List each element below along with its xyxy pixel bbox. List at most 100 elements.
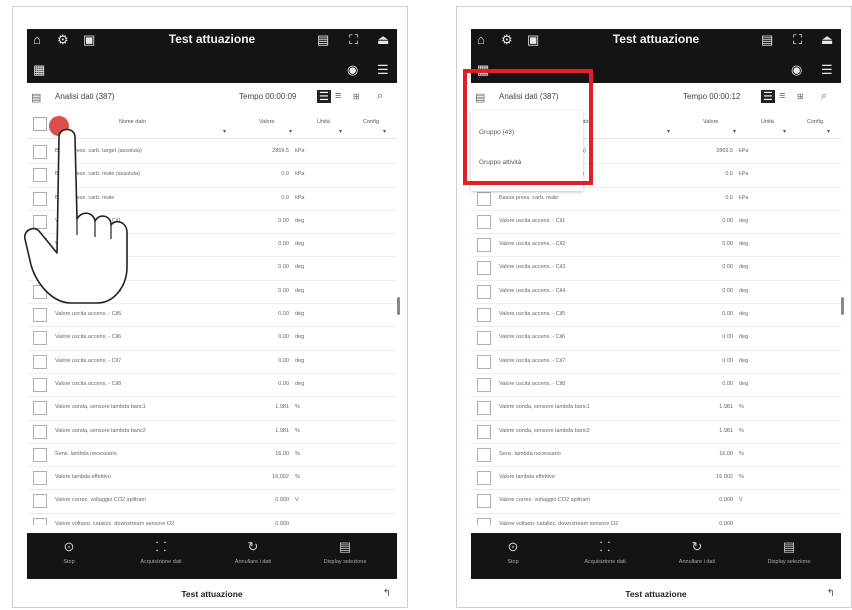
bottom-button-1[interactable]: ⊙ Stop [473, 539, 553, 565]
table-row[interactable]: Valore uscita accens. - Cil2 0.00 deg [27, 234, 397, 258]
sort-arrow-icon[interactable]: ▾ [223, 128, 226, 135]
row-checkbox[interactable] [33, 261, 47, 276]
row-checkbox[interactable] [33, 145, 47, 159]
row-checkbox[interactable] [477, 284, 491, 299]
row-checkbox[interactable] [33, 214, 47, 229]
table-row[interactable]: Bassa press. carb. reale 0.0 kPa [471, 188, 841, 211]
sort-arrow-icon[interactable]: ▾ [827, 128, 830, 135]
select-all-checkbox[interactable] [33, 117, 47, 131]
row-checkbox[interactable] [33, 238, 47, 253]
table-row[interactable]: Valore correz. voltaggio CO2 spiltram 0.0… [471, 490, 841, 514]
sort-arrow-icon[interactable]: ▾ [289, 128, 292, 135]
record-icon[interactable]: ◉ [347, 63, 358, 77]
row-checkbox[interactable] [477, 331, 491, 346]
sort-arrow-icon[interactable]: ▾ [667, 128, 670, 135]
table-row[interactable]: Valore uscita accens. - Cil1 0.00 deg [471, 211, 841, 235]
exit-icon[interactable]: ⏏ [821, 33, 833, 47]
report-icon[interactable]: ▦ [33, 63, 45, 77]
bottom-button-4[interactable]: ▤ Display selezione [749, 539, 829, 565]
table-row[interactable]: Valore lambda effettivo 16.002% [27, 467, 397, 491]
table-row[interactable]: Valore uscita accens. - Cil7 0.00 deg [471, 351, 841, 374]
row-checkbox[interactable] [33, 471, 47, 486]
table-row[interactable]: Valore uscita accens. - Cil6 0.00 deg [471, 327, 841, 351]
row-checkbox[interactable] [477, 401, 491, 416]
table-row[interactable]: Bassa press. carb. target (assoluta) 2869… [27, 141, 397, 165]
table-row[interactable]: Valore uscita accens. - Cil6 0.00 deg [27, 327, 397, 351]
list-view-icon[interactable]: ☰ [761, 90, 775, 103]
row-checkbox[interactable] [477, 261, 491, 276]
bottom-button-4[interactable]: ▤ Display selezione [305, 539, 385, 565]
row-checkbox[interactable] [33, 377, 47, 392]
table-row[interactable]: Valore uscita accens. - Cil4 0.00 deg [471, 281, 841, 305]
back-icon[interactable]: ↰ [827, 588, 835, 599]
table-row[interactable]: Sens. lambda necessario 16.00% [471, 444, 841, 468]
col-unit-header[interactable]: Unità [761, 119, 774, 125]
col-name-header[interactable]: Nome dato [119, 119, 146, 125]
table-row[interactable]: Valore voltagg. catalizz. downstream sen… [471, 514, 841, 525]
table-row[interactable]: Valore uscita accens. - Cil3 0.00 deg [471, 257, 841, 281]
sort-icon[interactable]: ≡ [779, 90, 785, 102]
row-checkbox[interactable] [33, 168, 47, 183]
col-config-header[interactable]: Config. [363, 119, 380, 125]
group-filter-icon[interactable]: ▤ [31, 91, 41, 104]
row-checkbox[interactable] [33, 284, 47, 299]
back-icon[interactable]: ↰ [383, 588, 391, 599]
table-row[interactable]: Valore lambda effettivo 16.002% [471, 467, 841, 491]
table-row[interactable]: Valore sonda, sensore lambda banc1 1.981% [471, 397, 841, 421]
fullscreen-icon[interactable]: ⛶ [349, 33, 358, 47]
row-checkbox[interactable] [477, 471, 491, 486]
table-row[interactable]: Valore sonda, sensore lambda banc2 1.981% [27, 421, 397, 444]
report-icon[interactable]: ▦ [477, 63, 489, 77]
dropdown-option-activity-group[interactable]: Gruppo attività [479, 159, 521, 166]
row-checkbox[interactable] [477, 494, 491, 509]
col-value-header[interactable]: Valore [703, 119, 719, 125]
exit-icon[interactable]: ⏏ [377, 33, 389, 47]
row-checkbox[interactable] [477, 377, 491, 392]
sort-arrow-icon[interactable]: ▾ [733, 128, 736, 135]
row-checkbox[interactable] [477, 517, 491, 525]
table-row[interactable]: Valore uscita accens. - Cil8 0.00 deg [27, 374, 397, 398]
table-row[interactable]: Valore uscita accens. - Cil5 0.00 deg [27, 304, 397, 328]
bottom-button-3[interactable]: ↻ Annullare i dati [213, 539, 293, 565]
dataset-label[interactable]: Analisi dati (387) [499, 92, 559, 101]
group-filter-icon[interactable]: ▤ [475, 91, 485, 104]
row-checkbox[interactable] [33, 494, 47, 509]
row-checkbox[interactable] [33, 401, 47, 416]
table-row[interactable]: Valore correz. voltaggio CO2 spiltram 0.0… [27, 490, 397, 514]
sort-arrow-icon[interactable]: ▾ [783, 128, 786, 135]
dropdown-option-group[interactable]: Gruppo (43) [479, 129, 514, 136]
table-row[interactable]: Bassa press. carb. reale 0.0 kPa [27, 188, 397, 211]
list-view-icon[interactable]: ☰ [317, 90, 331, 103]
table-row[interactable]: Valore sonda, sensore lambda banc2 1.981% [471, 421, 841, 444]
bottom-button-2[interactable]: ⸬ Acquisizione dati [121, 539, 201, 565]
col-config-header[interactable]: Config. [807, 119, 824, 125]
table-row[interactable]: Valore sonda, sensore lambda banc1 1.981% [27, 397, 397, 421]
sort-arrow-icon[interactable]: ▾ [383, 128, 386, 135]
row-checkbox[interactable] [477, 424, 491, 439]
search-icon[interactable]: ⌕ [377, 90, 383, 103]
sort-arrow-icon[interactable]: ▾ [339, 128, 342, 135]
bottom-button-2[interactable]: ⸬ Acquisizione dati [565, 539, 645, 565]
row-checkbox[interactable] [477, 354, 491, 369]
search-icon[interactable]: ⌕ [821, 90, 827, 103]
record-icon[interactable]: ◉ [791, 63, 802, 77]
table-row[interactable]: Valore uscita accens. - Cil2 0.00 deg [471, 234, 841, 258]
row-checkbox[interactable] [33, 354, 47, 369]
table-row[interactable]: Valore voltagg. catalizz. downstream sen… [27, 514, 397, 525]
table-row[interactable]: Valore uscita accens. - Cil7 0.00 deg [27, 351, 397, 374]
row-checkbox[interactable] [33, 517, 47, 525]
row-checkbox[interactable] [477, 447, 491, 462]
table-row[interactable]: Bassa press. carb. reale (assoluta) 0.0 kP… [27, 164, 397, 188]
row-checkbox[interactable] [33, 191, 47, 206]
bottom-button-1[interactable]: ⊙ Stop [29, 539, 109, 565]
menu-icon[interactable]: ☰ [377, 63, 389, 77]
row-checkbox[interactable] [33, 331, 47, 346]
bottom-button-3[interactable]: ↻ Annullare i dati [657, 539, 737, 565]
table-row[interactable]: Valore uscita accens. - Cil1 0.00 deg [27, 211, 397, 235]
row-checkbox[interactable] [33, 308, 47, 323]
table-row[interactable]: Valore uscita accens. - Cil8 0.00 deg [471, 374, 841, 398]
sort-icon[interactable]: ≡ [335, 90, 341, 102]
col-unit-header[interactable]: Unità [317, 119, 330, 125]
scrollbar[interactable] [841, 297, 844, 315]
row-checkbox[interactable] [33, 424, 47, 439]
